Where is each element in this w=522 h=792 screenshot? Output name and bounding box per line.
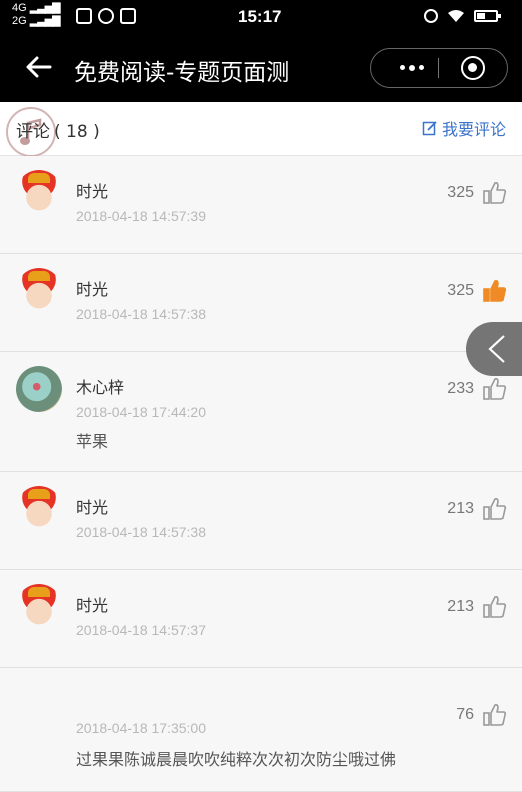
like-button[interactable]: 233 [447, 376, 508, 402]
comment-author[interactable]: 时光 [76, 178, 108, 202]
comment-text: 过果果陈诚晨晨吹吹纯粹次次初次防尘哦过佛 [76, 750, 397, 769]
notification-icons [76, 8, 136, 24]
like-count: 325 [447, 282, 474, 299]
close-miniprogram-button[interactable] [461, 56, 485, 80]
like-button[interactable]: 76 [456, 702, 508, 728]
back-arrow-icon[interactable] [24, 52, 54, 82]
status-time: 15:17 [238, 7, 282, 26]
like-button[interactable]: 325 [447, 278, 508, 304]
comments-count: ( 18 ) [54, 122, 100, 142]
thumbs-up-icon [483, 378, 507, 400]
thumbs-up-icon [483, 704, 507, 726]
comment-author[interactable]: 时光 [76, 494, 108, 518]
comments-label: 评论 [16, 122, 50, 142]
comment-item: 时光 2018-04-18 14:57:38 213 [0, 472, 522, 570]
network-2g-label: 2G [12, 15, 27, 27]
side-collapse-tab[interactable] [466, 322, 522, 376]
comment-time: 2018-04-18 14:57:38 [76, 306, 206, 322]
cartoon-avatar[interactable] [16, 268, 62, 314]
comment-author[interactable]: 时光 [76, 276, 108, 300]
flower-avatar[interactable] [16, 366, 62, 412]
like-count: 213 [447, 598, 474, 615]
comment-time: 2018-04-18 14:57:38 [76, 524, 206, 540]
more-dot-icon [400, 65, 405, 70]
comment-item: 木心梓 2018-04-18 17:44:20 苹果 233 [0, 352, 522, 472]
comments-title: 评论( 18 ) [16, 117, 100, 142]
thumbs-up-icon [483, 280, 507, 302]
cartoon-avatar[interactable] [16, 584, 62, 630]
status-bar: 4G ▂▃▅▇ 2G ▂▃▅▇ 15:17 [0, 0, 522, 36]
news-notification-icon [120, 8, 136, 24]
edit-icon [422, 121, 437, 136]
wifi-icon [448, 10, 464, 22]
comment-author[interactable]: 时光 [76, 592, 108, 616]
like-button[interactable]: 213 [447, 594, 508, 620]
comments-header: 评论( 18 ) 我要评论 [0, 102, 522, 157]
capsule-divider [438, 58, 439, 78]
thumbs-up-icon [483, 596, 507, 618]
more-dot-icon [409, 64, 415, 71]
comment-item: 时光 2018-04-18 14:57:38 325 [0, 254, 522, 352]
cartoon-avatar[interactable] [16, 170, 62, 216]
like-count: 76 [456, 706, 474, 723]
status-right-icons [424, 9, 501, 23]
write-comment-label: 我要评论 [441, 120, 506, 139]
nav-bar: 免费阅读-专题页面测 [0, 36, 522, 102]
network-4g-label: 4G [12, 2, 27, 14]
thumbs-up-icon [483, 498, 507, 520]
cartoon-avatar[interactable] [16, 486, 62, 532]
more-dot-icon [419, 65, 424, 70]
like-button[interactable]: 325 [447, 180, 508, 206]
alarm-icon [424, 9, 438, 23]
comment-item: 2018-04-18 17:35:00 过果果陈诚晨晨吹吹纯粹次次初次防尘哦过佛 7… [0, 668, 522, 792]
like-count: 325 [447, 184, 474, 201]
like-count: 213 [447, 500, 474, 517]
network-indicator: 4G ▂▃▅▇ 2G ▂▃▅▇ [12, 2, 61, 27]
comment-time: 2018-04-18 14:57:39 [76, 208, 206, 224]
miniprogram-capsule [370, 48, 508, 88]
like-button[interactable]: 213 [447, 496, 508, 522]
battery-icon [474, 10, 501, 22]
comment-time: 2018-04-18 17:44:20 [76, 404, 206, 420]
chat-notification-icon [98, 8, 114, 24]
comment-author[interactable]: 木心梓 [76, 374, 124, 398]
thumbs-up-icon [483, 182, 507, 204]
page-title: 免费阅读-专题页面测 [74, 60, 290, 86]
comment-item: 时光 2018-04-18 14:57:37 213 [0, 570, 522, 668]
comment-time: 2018-04-18 17:35:00 [76, 720, 206, 736]
comment-text: 苹果 [76, 432, 109, 451]
comment-time: 2018-04-18 14:57:37 [76, 622, 206, 638]
more-menu-button[interactable] [387, 49, 437, 86]
app-notification-icon [76, 8, 92, 24]
write-comment-button[interactable]: 我要评论 [422, 116, 506, 140]
chevron-left-icon [488, 335, 505, 363]
comment-item: 时光 2018-04-18 14:57:39 325 [0, 156, 522, 254]
like-count: 233 [447, 380, 474, 397]
